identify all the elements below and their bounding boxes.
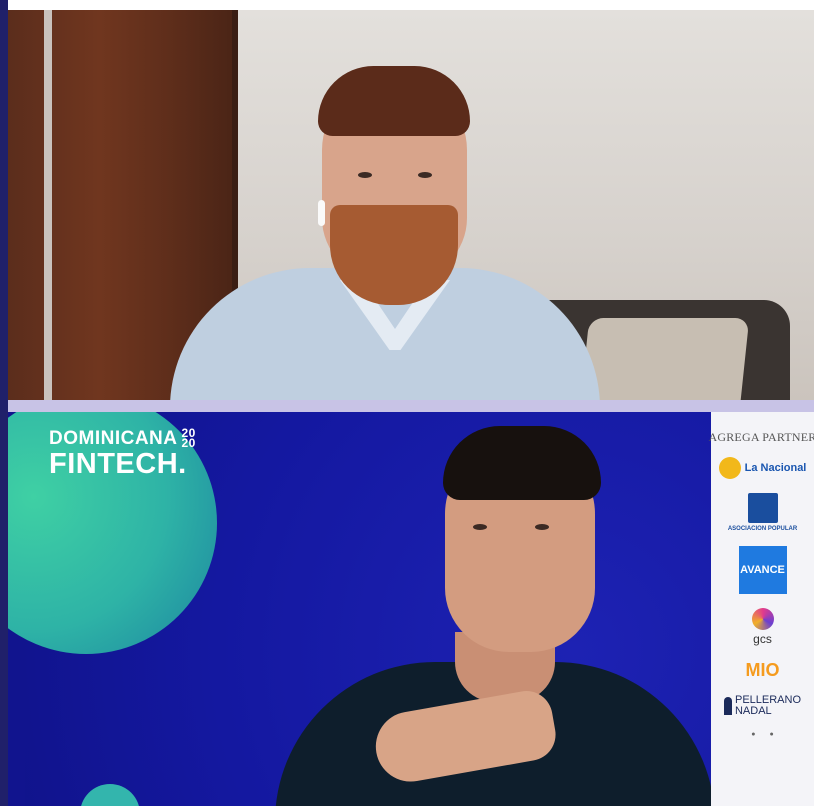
participant-eye-left (358, 172, 372, 178)
sponsor-label: MIO (745, 660, 780, 680)
speaker-hair (443, 426, 601, 500)
brand-line1: DOMINICANA (49, 428, 178, 449)
la-nacional-icon (718, 457, 741, 479)
virtual-background: DOMINICANA 20 20 FINTECH. (8, 412, 715, 806)
sponsor-label: AVANCE (740, 564, 785, 576)
speaker-eye-left (473, 524, 487, 530)
pen-icon (723, 697, 732, 715)
sponsor-avance: AVANCE (738, 546, 787, 594)
speaker-eye-right (535, 524, 549, 530)
participant-eye-right (418, 172, 432, 178)
sponsor-gcs: gcs (751, 608, 774, 646)
sponsor-label: PELLERANO NADAL (735, 695, 801, 717)
small-logo-icon: ● (769, 731, 774, 738)
sponsor-small-logos: ● ● (751, 731, 773, 738)
window-edge (0, 0, 8, 806)
brand-year-bottom: 20 (181, 436, 196, 450)
sponsor-label: ASOCIACION POPULAR (727, 526, 798, 532)
tile-divider (0, 400, 814, 412)
participant-video-bottom[interactable]: DOMINICANA 20 20 FINTECH. AGREGA PARTNER… (8, 412, 814, 806)
participant-video-top[interactable] (0, 0, 814, 400)
earbud (318, 200, 325, 226)
sponsor-heading: AGREGA PARTNER (708, 430, 814, 444)
sponsor-pellerano-nadal: PELLERANO NADAL (723, 695, 801, 717)
participant-hair (318, 66, 470, 136)
sponsor-panel: AGREGA PARTNER La Nacional ASOCIACION PO… (708, 412, 814, 806)
sponsor-label: gcs (753, 632, 772, 646)
nadal-label: NADAL (734, 705, 772, 717)
sponsor-mio: MIO (746, 660, 780, 681)
brand-line2: FINTECH. (49, 448, 187, 480)
sponsor-asociacion-popular: ASOCIACION POPULAR (728, 493, 797, 532)
sponsor-la-nacional: La Nacional (718, 457, 807, 479)
event-logo: DOMINICANA 20 20 FINTECH. (49, 427, 196, 480)
small-logo-icon: ● (751, 731, 756, 738)
gcs-icon (751, 608, 774, 630)
background-blanket (580, 318, 750, 400)
sponsor-label: La Nacional (744, 462, 807, 474)
top-border (0, 0, 814, 10)
asociacion-popular-icon (747, 493, 778, 523)
door-edge (44, 10, 52, 400)
brand-year: 20 20 (181, 427, 196, 450)
decorative-circle-small (80, 784, 140, 806)
